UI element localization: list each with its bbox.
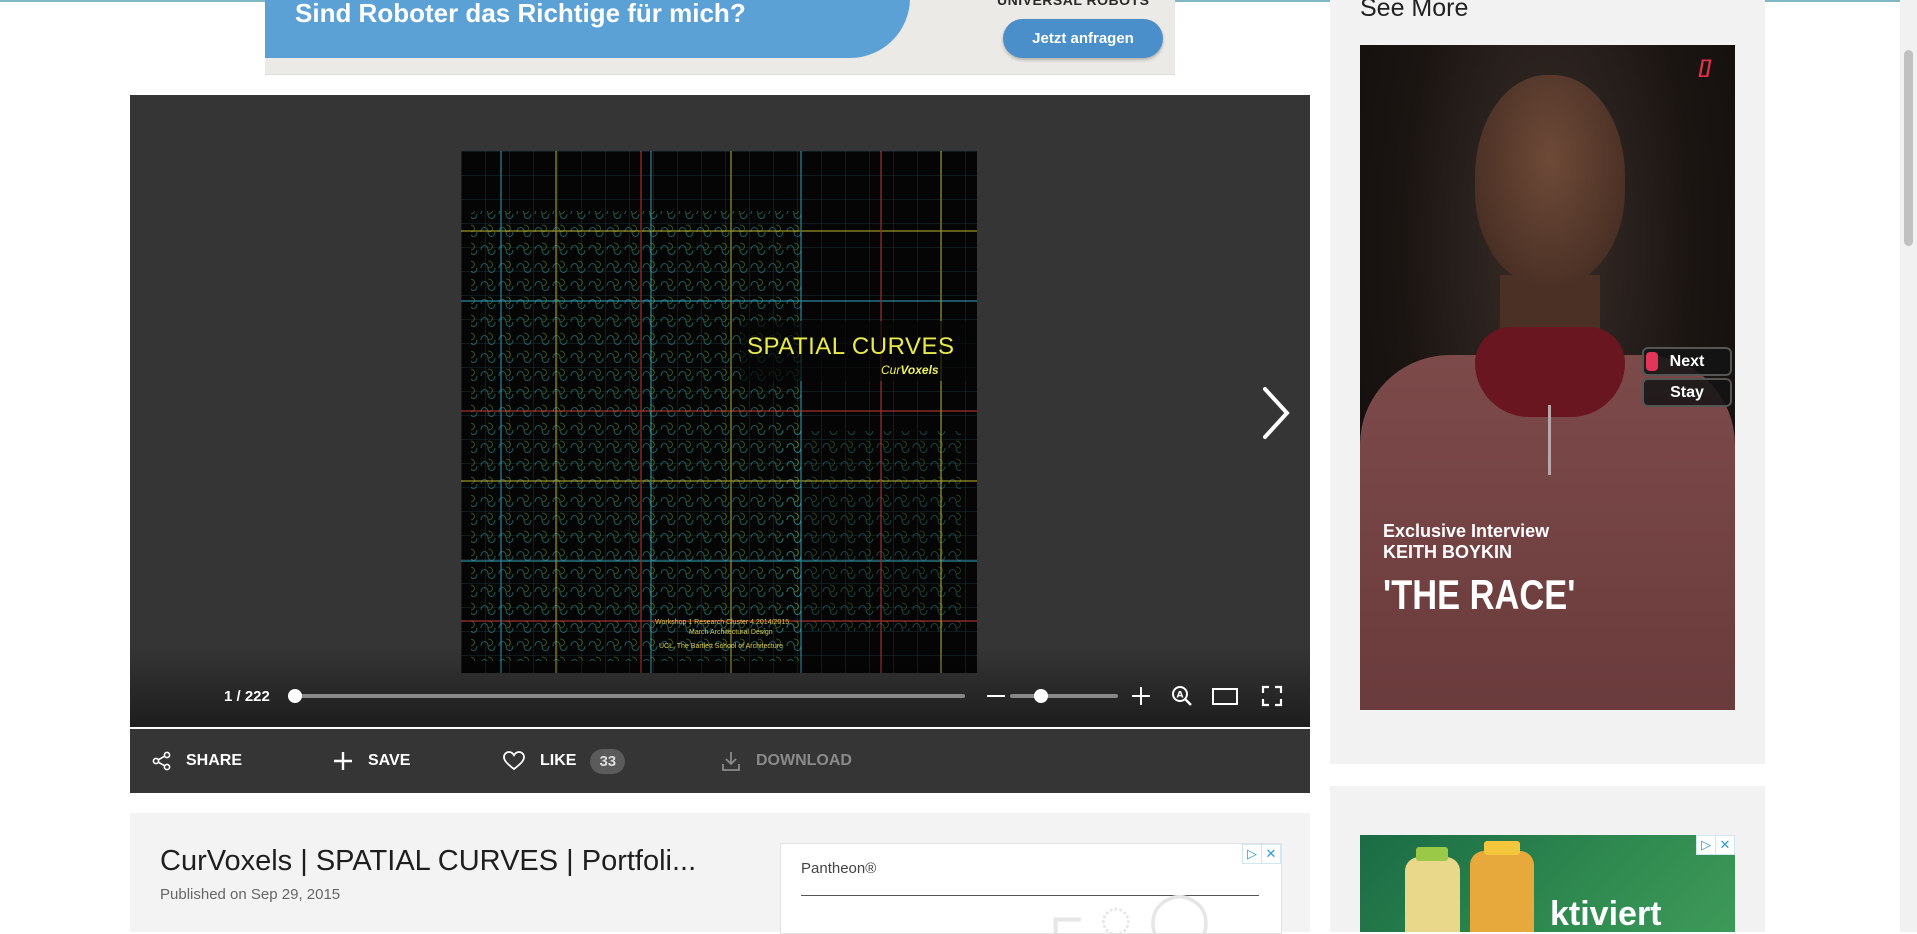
document-viewer: SPATIAL CURVES CurVoxels Workshop 1 Rese… — [130, 95, 1310, 727]
fullscreen-icon[interactable] — [1257, 681, 1287, 711]
page-scrollbar[interactable] — [1900, 0, 1917, 932]
cover-credit-2: March Architectural Design — [689, 629, 773, 636]
ad2-close-icon[interactable]: ✕ — [1715, 835, 1735, 855]
share-label: SHARE — [186, 752, 243, 769]
ad-bottle-green — [1405, 857, 1460, 932]
publication-title: CurVoxels | SPATIAL CURVES | Portfoli... — [160, 845, 697, 877]
page-progress-track[interactable] — [288, 689, 965, 703]
inline-ad[interactable]: Pantheon® ⌐ ◌ ◯ ▷ ✕ — [780, 843, 1282, 934]
svg-text:A: A — [1177, 691, 1184, 701]
next-indicator — [1646, 352, 1658, 371]
ad-close-icon[interactable]: ✕ — [1261, 844, 1281, 864]
heart-icon — [503, 751, 525, 771]
like-count-badge: 33 — [590, 748, 626, 774]
page-progress-knob[interactable] — [288, 689, 302, 703]
cover-subtitle: CurVoxels — [881, 363, 939, 377]
zoom-in-icon[interactable] — [1126, 681, 1156, 711]
banner-brand: UNIVERSAL ROBOTS — [997, 0, 1150, 8]
zoom-out-icon[interactable] — [981, 681, 1011, 711]
inline-ad-brand: Pantheon® — [801, 860, 877, 877]
next-label: Next — [1669, 352, 1705, 370]
ad-person-zipper — [1548, 405, 1551, 475]
cover-title: SPATIAL CURVES — [747, 333, 955, 360]
zoom-knob[interactable] — [1033, 689, 1048, 703]
save-label: SAVE — [368, 752, 411, 769]
stay-label: Stay — [1670, 383, 1704, 401]
cover-pattern — [461, 151, 977, 673]
like-button[interactable]: LIKE 33 — [502, 729, 626, 793]
published-date: Published on Sep 29, 2015 — [160, 886, 341, 903]
save-button[interactable]: SAVE — [332, 729, 410, 793]
banner-cta-button[interactable]: Jetzt anfragen — [1003, 19, 1163, 58]
scrollbar-thumb[interactable] — [1904, 50, 1913, 246]
ad-bottle-green-cap — [1416, 847, 1448, 861]
ad-headline: 'THE RACE' — [1383, 571, 1576, 618]
download-label: DOWNLOAD — [756, 752, 852, 769]
ad-caption-line1: Exclusive Interview — [1383, 521, 1550, 541]
ad-bottle-orange-cap — [1484, 841, 1520, 855]
top-banner-ad[interactable]: Sind Roboter das Richtige für mich? UNIV… — [265, 0, 1175, 75]
zoom-track[interactable] — [1010, 689, 1118, 703]
ad2-adchoices-icon[interactable]: ▷ — [1696, 835, 1716, 855]
inline-ad-graphic: ⌐ ◌ ◯ — [1051, 887, 1211, 934]
ad-caption-line2: KEITH BOYKIN — [1383, 542, 1513, 562]
sidebar-drink-ad[interactable]: ktiviert ▷ ✕ — [1360, 835, 1735, 932]
ad-bottle-orange — [1470, 851, 1534, 932]
download-icon — [722, 752, 740, 771]
text-zoom-icon[interactable]: A — [1167, 681, 1197, 711]
download-button[interactable]: DOWNLOAD — [720, 729, 852, 793]
ad-stay-button[interactable]: Stay — [1642, 378, 1732, 407]
publication-info-card: CurVoxels | SPATIAL CURVES | Portfoli...… — [130, 813, 1310, 934]
adchoices-icon[interactable]: ▷ — [1242, 844, 1262, 864]
banner-headline: Sind Roboter das Richtige für mich? — [295, 0, 746, 28]
document-page-cover: SPATIAL CURVES CurVoxels Workshop 1 Rese… — [461, 151, 977, 673]
ad2-word: ktiviert — [1550, 895, 1662, 932]
plus-icon — [334, 752, 352, 770]
share-button[interactable]: SHARE — [152, 729, 242, 793]
action-bar: SHARE SAVE LIKE 33 DOWNLOAD — [130, 729, 1310, 793]
next-page-arrow-icon[interactable] — [1255, 383, 1295, 443]
ad-person-head — [1475, 75, 1625, 285]
sidebar-video-ad[interactable]: [] Next Stay Exclusive Interview KEITH B… — [1360, 45, 1735, 710]
single-page-view-icon[interactable] — [1210, 681, 1240, 711]
cover-credit-1: Workshop 1 Research Cluster 4 2014/2015 — [655, 619, 790, 626]
see-more-heading: See More — [1360, 0, 1469, 22]
ad-person-collar — [1475, 327, 1625, 417]
page-counter: 1 / 222 — [224, 687, 270, 705]
ad-next-button[interactable]: Next — [1642, 347, 1732, 376]
like-label: LIKE — [540, 752, 577, 769]
ad-brand-logo: [] — [1699, 57, 1711, 77]
share-icon — [152, 751, 171, 771]
